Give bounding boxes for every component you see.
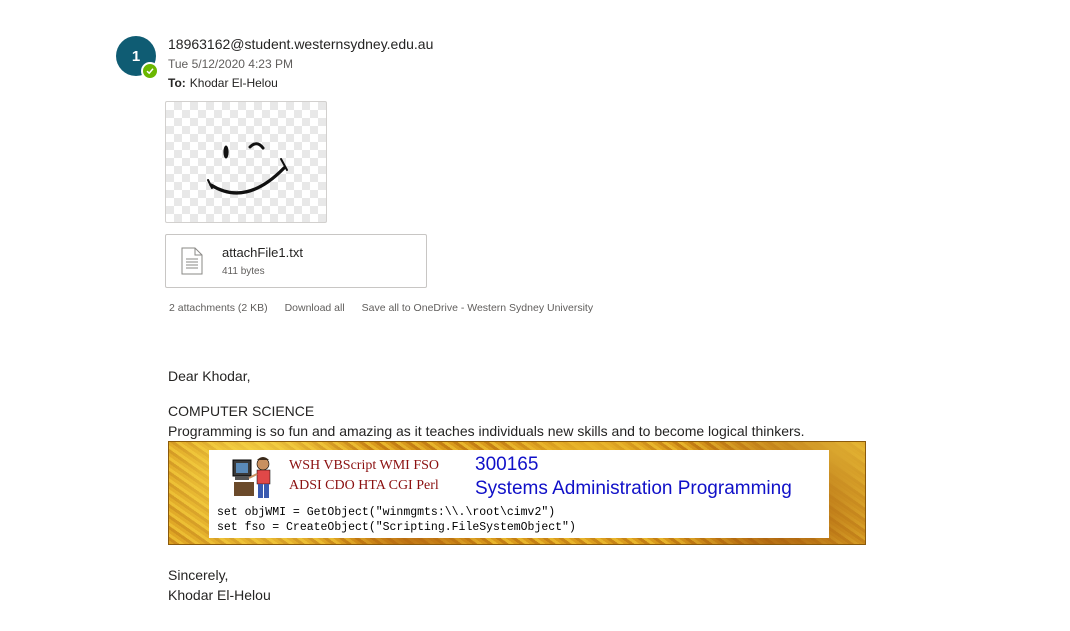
file-size: 411 bytes bbox=[222, 266, 265, 277]
image-attachment[interactable] bbox=[165, 101, 327, 223]
recipient-line: To: Khodar El-Helou bbox=[168, 76, 278, 90]
attachments-summary: 2 attachments (2 KB) bbox=[169, 302, 268, 314]
avatar-initial: 1 bbox=[131, 47, 141, 65]
banner-course-code: 300165 bbox=[475, 454, 539, 475]
course-banner-image: WSH VBScript WMI FSO ADSI CDO HTA CGI Pe… bbox=[168, 441, 866, 545]
greeting: Dear Khodar, bbox=[168, 368, 251, 384]
banner-tech-line-1: WSH VBScript WMI FSO bbox=[289, 458, 440, 473]
text-document-icon bbox=[181, 247, 203, 280]
banner-course-title: Systems Administration Programming bbox=[475, 478, 792, 499]
save-to-onedrive-button[interactable]: Save all to OneDrive - Western Sydney Un… bbox=[362, 302, 593, 314]
sent-date: Tue 5/12/2020 4:23 PM bbox=[168, 57, 293, 71]
banner-panel: WSH VBScript WMI FSO ADSI CDO HTA CGI Pe… bbox=[209, 450, 829, 538]
presence-available-icon bbox=[141, 62, 159, 80]
banner-code-line-1: set objWMI = GetObject("winmgmts:\\.\roo… bbox=[217, 506, 556, 519]
attachments-toolbar: 2 attachments (2 KB) Download all Save a… bbox=[169, 302, 607, 314]
banner-tech-line-2: ADSI CDO HTA CGI Perl bbox=[289, 478, 439, 493]
programmer-at-computer-icon bbox=[232, 457, 271, 498]
recipient-name[interactable]: Khodar El-Helou bbox=[190, 76, 278, 90]
winking-smiley-image bbox=[207, 142, 288, 195]
body-heading: COMPUTER SCIENCE bbox=[168, 403, 315, 419]
file-name: attachFile1.txt bbox=[222, 245, 303, 260]
to-label: To: bbox=[168, 76, 186, 90]
body-paragraph: Programming is so fun and amazing as it … bbox=[168, 423, 805, 439]
signature: Khodar El-Helou bbox=[168, 587, 271, 603]
sender-address[interactable]: 18963162@student.westernsydney.edu.au bbox=[168, 36, 433, 52]
closing: Sincerely, bbox=[168, 567, 229, 583]
banner-code-line-2: set fso = CreateObject("Scripting.FileSy… bbox=[217, 521, 576, 534]
download-all-button[interactable]: Download all bbox=[285, 302, 345, 314]
file-attachment-card[interactable]: attachFile1.txt 411 bytes bbox=[165, 234, 427, 288]
